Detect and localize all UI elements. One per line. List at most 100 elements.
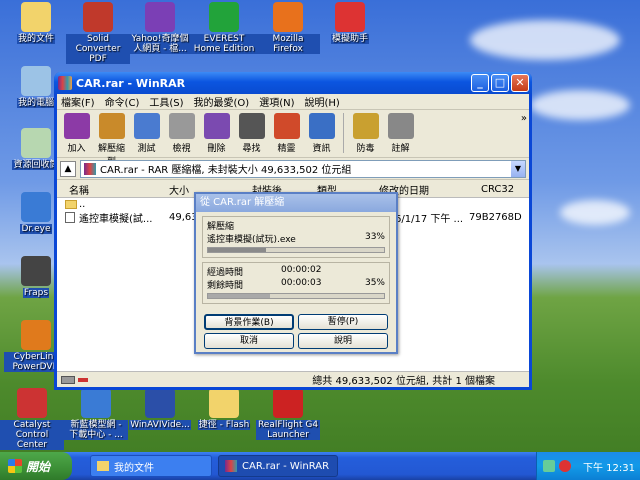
menu-commands[interactable]: 命令(C) [105, 94, 140, 109]
address-bar: ▲ CAR.rar - RAR 壓縮檔, 未封裝大小 49,633,502 位元… [57, 158, 529, 180]
desktop-icon[interactable]: Solid Converter PDF [66, 2, 130, 64]
menu-options[interactable]: 選項(N) [259, 94, 294, 109]
folder-icon [21, 2, 51, 32]
toolbar: 加入解壓縮到測試檢視刪除尋找精靈資訊防毒註解» [57, 110, 529, 167]
desktop-icon[interactable]: WinAVIVide... [128, 388, 192, 430]
desktop-icon[interactable]: 捷徑 - Flash [192, 388, 256, 430]
remaining-time: 00:00:03 [281, 278, 322, 288]
toolbar-label: 精靈 [277, 144, 296, 154]
window-titlebar[interactable]: CAR.rar - WinRAR _ □ ✕ [54, 72, 532, 94]
desktop-icon-label: 資源回收筒 [12, 160, 60, 170]
menu-help[interactable]: 說明(H) [305, 94, 340, 109]
start-button[interactable]: 開始 [0, 452, 72, 480]
toolbar-button[interactable]: 註解 [383, 113, 418, 154]
winrar-icon [225, 460, 237, 472]
row-name: 遙控車模擬(試... [79, 214, 153, 225]
task-label: CAR.rar - WinRAR [242, 460, 330, 472]
desktop-icon[interactable]: 新藍模型網 - 下載中心 - ... [64, 388, 128, 440]
col-size[interactable]: 大小 [169, 182, 189, 197]
total-percent: 35% [364, 278, 385, 288]
desktop-icon-label: Yahoo!奇摩個人網頁 - 檔... [128, 34, 192, 54]
desktop-icon[interactable]: Catalyst Control Center [0, 388, 64, 450]
elapsed-time: 00:00:02 [281, 265, 322, 275]
pause-button[interactable]: 暫停(P) [298, 314, 388, 330]
desktop-icon-label: Fraps [22, 288, 50, 298]
extract-to-icon [98, 113, 125, 139]
desktop-icon-label: WinAVIVide... [129, 420, 191, 430]
toolbar-button[interactable]: 防毒 [348, 113, 383, 154]
desktop-icon-label: 我的文件 [16, 34, 55, 44]
web-icon [145, 2, 175, 32]
toolbar-label: 刪除 [207, 144, 226, 154]
row-name: .. [79, 199, 86, 210]
dreye-icon [21, 192, 51, 222]
up-folder-button[interactable]: ▲ [60, 160, 76, 177]
file-progress-group: 解壓縮 遙控車模擬(試玩).exe 33% [202, 216, 390, 258]
catalyst-icon [17, 388, 47, 418]
desktop-icon[interactable]: 模擬助手 [318, 2, 382, 44]
dialog-title[interactable]: 從 CAR.rar 解壓縮 [196, 194, 396, 212]
minimize-button[interactable]: _ [471, 74, 489, 92]
desktop-icon-label: Solid Converter PDF [66, 34, 130, 64]
folder-icon [97, 461, 109, 471]
test-icon [133, 113, 160, 139]
toolbar-button[interactable]: 加入 [59, 113, 94, 154]
total-progress-bar [207, 293, 385, 299]
extract-label: 解壓縮 [207, 222, 235, 232]
desktop-icon[interactable]: EVEREST Home Edition [192, 2, 256, 54]
file-icon [65, 212, 75, 223]
add-icon [63, 113, 90, 139]
toolbar-button[interactable]: 資訊 [304, 113, 339, 154]
close-button[interactable]: ✕ [511, 74, 529, 92]
menu-favorites[interactable]: 我的最愛(O) [194, 94, 250, 109]
chevron-down-icon[interactable]: ▼ [511, 160, 525, 177]
network-icon[interactable] [543, 460, 555, 472]
toolbar-label: 測試 [137, 144, 156, 154]
file-percent: 33% [364, 232, 385, 242]
toolbar-button[interactable]: 刪除 [199, 113, 234, 154]
drive-icon [61, 375, 75, 384]
toolbar-button[interactable]: 測試 [129, 113, 164, 154]
task-my-documents[interactable]: 我的文件 [90, 455, 212, 477]
start-label: 開始 [26, 459, 51, 474]
pdf-icon [83, 2, 113, 32]
desktop-icon-label: 捷徑 - Flash [197, 420, 251, 430]
info-icon [308, 113, 335, 139]
folder-icon [209, 388, 239, 418]
system-tray: 下午 12:31 [536, 452, 640, 480]
task-label: 我的文件 [114, 462, 154, 474]
menu-file[interactable]: 檔案(F) [61, 94, 95, 109]
find-icon [238, 113, 265, 139]
remaining-label: 剩餘時間 [207, 281, 244, 291]
toolbar-label: 加入 [67, 144, 86, 154]
taskbar: 開始 我的文件 CAR.rar - WinRAR 下午 12:31 [0, 452, 640, 480]
realflight-icon [273, 388, 303, 418]
desktop-icon[interactable]: Mozilla Firefox [256, 2, 320, 54]
desktop-icon[interactable]: RealFlight G4 Launcher [256, 388, 320, 440]
fraps-icon [21, 256, 51, 286]
col-crc32[interactable]: CRC32 [481, 184, 514, 195]
help-button[interactable]: 說明 [298, 333, 388, 349]
toolbar-more-button[interactable]: » [521, 113, 527, 124]
toolbar-label: 檢視 [172, 144, 191, 154]
toolbar-button[interactable]: 尋找 [234, 113, 269, 154]
time-group: 經過時間 00:00:02 剩餘時間 00:00:03 35% [202, 262, 390, 304]
menubar: 檔案(F) 命令(C) 工具(S) 我的最愛(O) 選項(N) 說明(H) [57, 94, 529, 110]
desktop-icon[interactable]: Yahoo!奇摩個人網頁 - 檔... [128, 2, 192, 54]
address-text: CAR.rar - RAR 壓縮檔, 未封裝大小 49,633,502 位元組 [100, 165, 352, 176]
toolbar-button[interactable]: 精靈 [269, 113, 304, 154]
task-winrar[interactable]: CAR.rar - WinRAR [218, 455, 338, 477]
col-name[interactable]: 名稱 [69, 182, 89, 197]
virus-scan-icon [352, 113, 379, 139]
toolbar-button[interactable]: 檢視 [164, 113, 199, 154]
antivirus-icon[interactable] [559, 460, 571, 472]
comment-icon [387, 113, 414, 139]
address-field[interactable]: CAR.rar - RAR 壓縮檔, 未封裝大小 49,633,502 位元組 … [80, 159, 526, 178]
menu-tools[interactable]: 工具(S) [149, 94, 183, 109]
firefox-icon [273, 2, 303, 32]
desktop-icon-label: 我的電腦 [16, 98, 55, 108]
desktop-icon[interactable]: 我的文件 [4, 2, 68, 44]
maximize-button[interactable]: □ [491, 74, 509, 92]
background-button[interactable]: 背景作業(B) [204, 314, 294, 330]
cancel-button[interactable]: 取消 [204, 333, 294, 349]
